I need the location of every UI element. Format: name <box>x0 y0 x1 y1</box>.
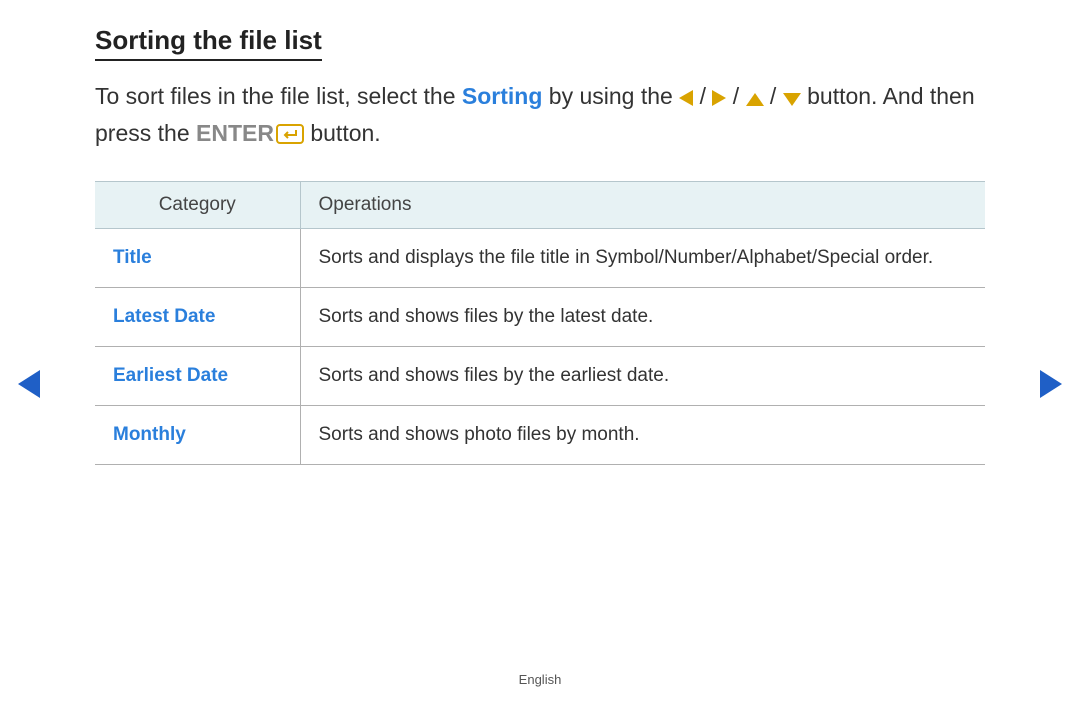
right-arrow-icon <box>712 81 726 116</box>
page-prev-arrow[interactable] <box>18 370 40 398</box>
sorting-keyword: Sorting <box>462 83 543 109</box>
enter-icon <box>276 119 304 154</box>
category-cell: Earliest Date <box>95 347 300 406</box>
operation-cell: Sorts and displays the file title in Sym… <box>300 229 985 288</box>
down-arrow-icon <box>783 81 801 116</box>
sorting-table: Category Operations Title Sorts and disp… <box>95 181 985 465</box>
separator: / <box>693 83 712 109</box>
intro-paragraph: To sort files in the file list, select t… <box>95 79 985 153</box>
operation-cell: Sorts and shows photo files by month. <box>300 406 985 465</box>
separator: / <box>764 83 783 109</box>
intro-text: To sort files in the file list, select t… <box>95 83 462 109</box>
header-operations: Operations <box>300 182 985 229</box>
table-row: Monthly Sorts and shows photo files by m… <box>95 406 985 465</box>
category-cell: Monthly <box>95 406 300 465</box>
category-cell: Title <box>95 229 300 288</box>
category-cell: Latest Date <box>95 288 300 347</box>
page-next-arrow[interactable] <box>1040 370 1062 398</box>
page-content: Sorting the file list To sort files in t… <box>0 0 1080 465</box>
table-row: Title Sorts and displays the file title … <box>95 229 985 288</box>
intro-text: by using the <box>542 83 679 109</box>
separator: / <box>726 83 745 109</box>
header-category: Category <box>95 182 300 229</box>
table-header-row: Category Operations <box>95 182 985 229</box>
enter-keyword: ENTER <box>196 120 274 146</box>
footer-language: English <box>0 672 1080 687</box>
table-row: Latest Date Sorts and shows files by the… <box>95 288 985 347</box>
intro-text: button. <box>304 120 381 146</box>
table-row: Earliest Date Sorts and shows files by t… <box>95 347 985 406</box>
operation-cell: Sorts and shows files by the latest date… <box>300 288 985 347</box>
operation-cell: Sorts and shows files by the earliest da… <box>300 347 985 406</box>
left-arrow-icon <box>679 81 693 116</box>
section-heading: Sorting the file list <box>95 25 322 61</box>
up-arrow-icon <box>746 81 764 116</box>
